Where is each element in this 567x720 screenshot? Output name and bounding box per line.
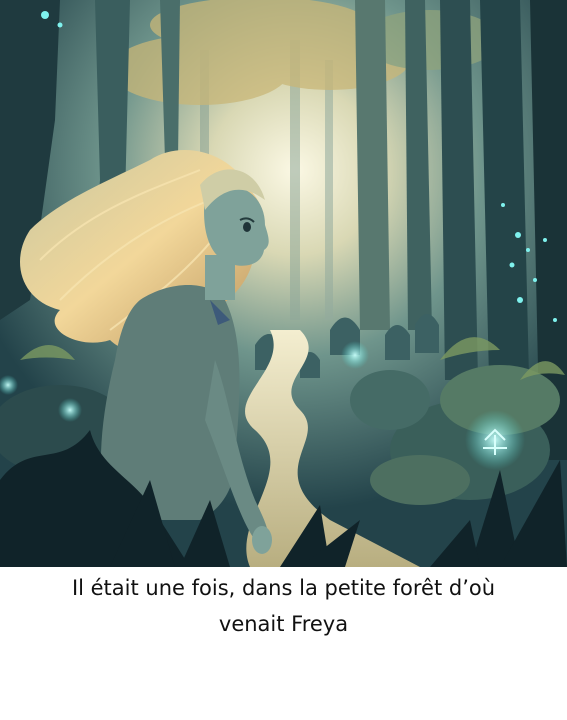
forest-scene-image (0, 0, 567, 567)
caption-line-2: venait Freya (218, 612, 349, 636)
story-caption: Il était une fois, dans la petite forêt … (0, 570, 567, 642)
story-page: Il était une fois, dans la petite forêt … (0, 0, 567, 720)
forest-illustration (0, 0, 567, 567)
caption-line-1: Il était une fois, dans la petite forêt … (71, 576, 496, 600)
